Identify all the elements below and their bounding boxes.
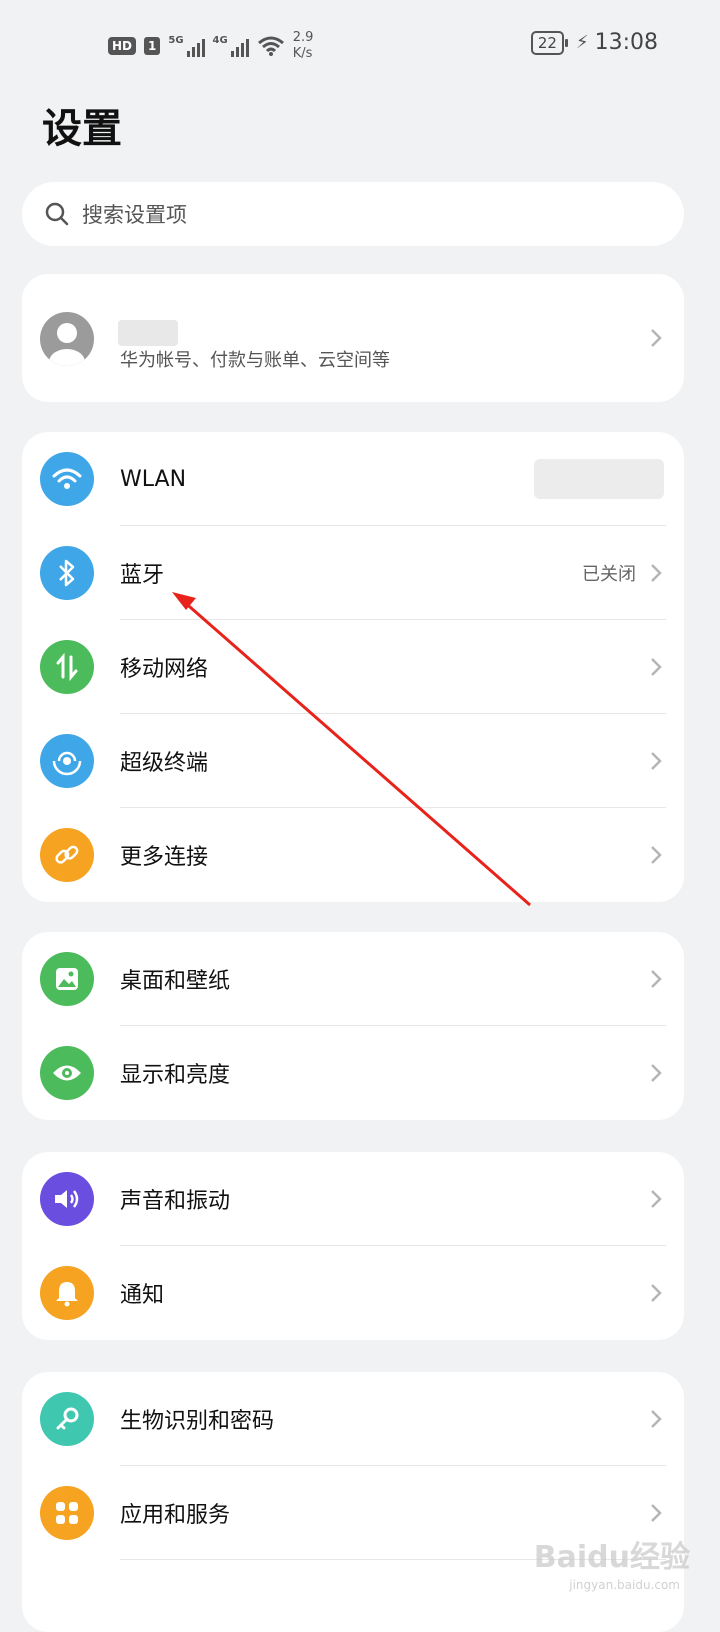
network-speed: 2.9 K/s <box>292 30 314 61</box>
settings-item-bluetooth[interactable]: 蓝牙 已关闭 <box>22 526 684 620</box>
settings-item-notifications[interactable]: 通知 <box>22 1246 684 1340</box>
status-bar: HD 1 5G 4G 2.9 K/s 22 ⚡ 13:08 <box>0 0 720 90</box>
sim-badge: 1 <box>144 37 161 55</box>
settings-item-super-device[interactable]: 超级终端 <box>22 714 684 808</box>
signal-5g-icon: 5G <box>168 35 205 57</box>
charging-icon: ⚡ <box>575 32 589 53</box>
wallpaper-icon <box>40 952 94 1006</box>
super-device-icon <box>40 734 94 788</box>
settings-item-biometrics[interactable]: 生物识别和密码 <box>22 1372 684 1466</box>
settings-item-label: 超级终端 <box>120 751 209 776</box>
display-group: 桌面和壁纸 显示和亮度 <box>22 932 684 1120</box>
settings-item-display[interactable]: 显示和亮度 <box>22 1026 684 1120</box>
chevron-right-icon <box>651 1410 662 1428</box>
search-icon <box>45 202 69 226</box>
chevron-right-icon <box>651 1190 662 1208</box>
avatar <box>40 312 94 366</box>
settings-item-more-connections[interactable]: 更多连接 <box>22 808 684 902</box>
settings-item-wlan[interactable]: WLAN <box>22 432 684 526</box>
settings-item-mobile-network[interactable]: 移动网络 <box>22 620 684 714</box>
sound-notification-group: 声音和振动 通知 <box>22 1152 684 1340</box>
connections-group: WLAN 蓝牙 已关闭 移动网络 超级终端 更多连接 <box>22 432 684 902</box>
chevron-right-icon <box>651 658 662 676</box>
chevron-right-icon <box>651 1064 662 1082</box>
settings-item-label: 蓝牙 <box>120 563 165 588</box>
eye-icon <box>40 1046 94 1100</box>
chevron-right-icon <box>651 970 662 988</box>
speaker-icon <box>40 1172 94 1226</box>
settings-item-wallpaper[interactable]: 桌面和壁纸 <box>22 932 684 1026</box>
settings-item-label: 生物识别和密码 <box>120 1409 275 1434</box>
bluetooth-icon <box>40 546 94 600</box>
chevron-right-icon <box>651 564 662 582</box>
hd-voice-badge: HD <box>108 37 137 55</box>
signal-4g-icon: 4G <box>213 35 249 57</box>
apps-icon <box>40 1486 94 1540</box>
security-apps-group: 生物识别和密码 应用和服务 <box>22 1372 684 1632</box>
chevron-right-icon <box>651 329 662 347</box>
settings-item-label: 应用和服务 <box>120 1503 231 1528</box>
account-name-redacted <box>118 320 178 346</box>
settings-item-label: 通知 <box>120 1283 165 1308</box>
chevron-right-icon <box>651 846 662 864</box>
chevron-right-icon <box>651 752 662 770</box>
account-subtitle: 华为帐号、付款与账单、云空间等 <box>120 350 390 371</box>
settings-item-label: 桌面和壁纸 <box>120 969 231 994</box>
key-icon <box>40 1392 94 1446</box>
account-card[interactable]: 华为帐号、付款与账单、云空间等 <box>22 274 684 402</box>
settings-item-label: 更多连接 <box>120 845 209 870</box>
chevron-right-icon <box>651 1284 662 1302</box>
search-placeholder: 搜索设置项 <box>82 203 187 227</box>
battery-icon: 22 <box>530 30 569 55</box>
settings-item-label: 移动网络 <box>120 657 209 682</box>
wifi-status-icon <box>257 36 284 56</box>
page-title: 设置 <box>42 106 122 152</box>
settings-item-label: 声音和振动 <box>120 1189 231 1214</box>
settings-item-label: 显示和亮度 <box>120 1063 231 1088</box>
bluetooth-status: 已关闭 <box>582 564 636 585</box>
mobile-data-icon <box>40 640 94 694</box>
settings-item-label: WLAN <box>120 466 187 492</box>
chevron-right-icon <box>651 1504 662 1522</box>
wlan-network-redacted <box>534 459 664 499</box>
bell-icon <box>40 1266 94 1320</box>
settings-item-sound[interactable]: 声音和振动 <box>22 1152 684 1246</box>
clock: 13:08 <box>594 30 658 55</box>
search-input[interactable]: 搜索设置项 <box>22 182 684 246</box>
link-icon <box>40 828 94 882</box>
watermark-url: jingyan.baidu.com <box>569 1578 680 1592</box>
wifi-icon <box>40 452 94 506</box>
watermark-logo: Baidu经验 <box>533 1540 690 1575</box>
